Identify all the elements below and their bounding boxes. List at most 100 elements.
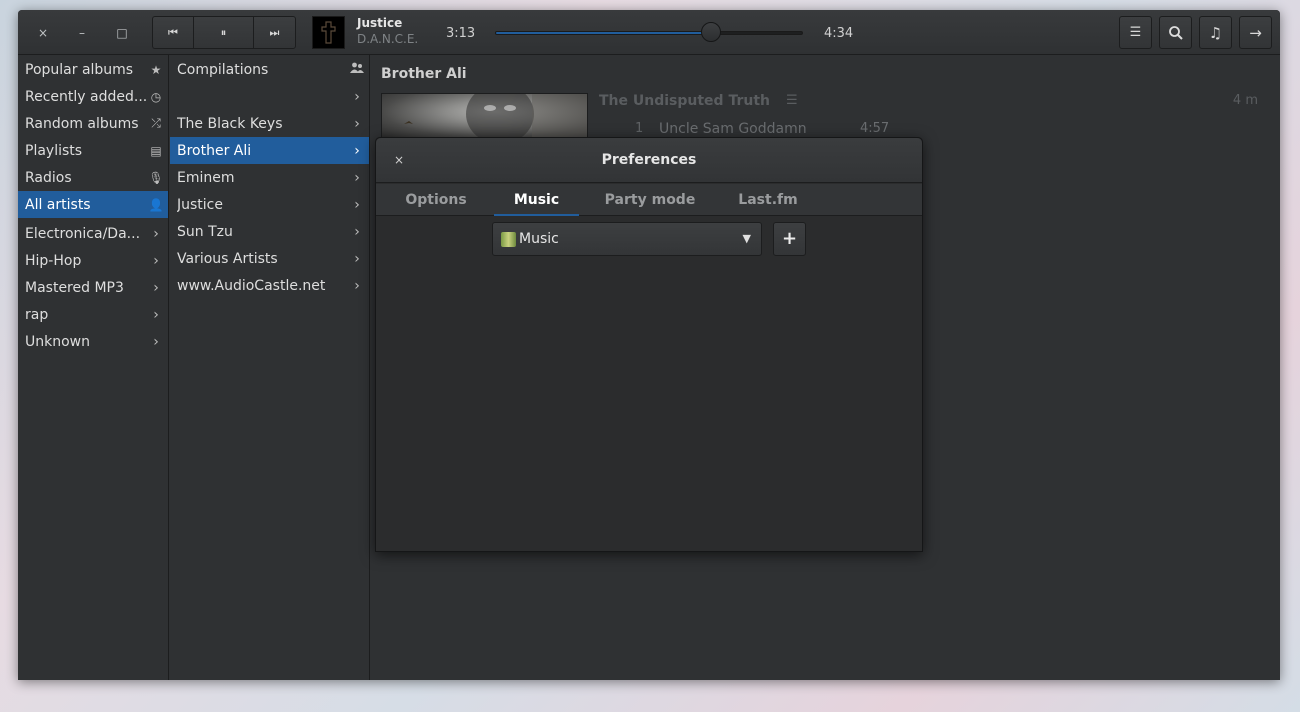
sidebar-item-label: Recently added...	[25, 88, 148, 105]
artist-item-justice[interactable]: Justice ›	[170, 191, 369, 218]
progress-slider[interactable]	[495, 31, 803, 35]
previous-track-button[interactable]: ⏮	[152, 16, 193, 49]
artist-label: Sun Tzu	[177, 223, 233, 240]
sidebar-genre-unknown[interactable]: Unknown ›	[18, 328, 168, 355]
star-icon: ★	[150, 62, 162, 77]
album-duration: 4 m	[1232, 93, 1258, 108]
music-note-icon: ♫	[1208, 23, 1223, 42]
genre-label: Mastered MP3	[25, 279, 124, 296]
artist-label: Justice	[177, 196, 223, 213]
artist-title: Brother Ali	[381, 66, 467, 82]
header-bar: × – □ ⏮ ⏸ ⏭ Justice D.A.N.C.E. 3:13 4:34	[18, 10, 1280, 55]
artist-item-various-artists[interactable]: Various Artists ›	[170, 245, 369, 272]
person-icon: 👤	[148, 197, 164, 212]
cross-logo-icon	[321, 21, 336, 44]
preferences-tabs: Options Music Party mode Last.fm	[376, 184, 922, 216]
album-menu-icon[interactable]: ☰	[786, 93, 798, 108]
artist-list: Compilations › The Black Keys › Brother …	[170, 55, 370, 680]
close-window-icon[interactable]: ×	[33, 23, 53, 43]
add-folder-button[interactable]: +	[773, 222, 806, 256]
combo-value: Music	[519, 231, 559, 247]
music-folder-combo[interactable]: Music ▼	[492, 222, 762, 256]
progress-fill	[496, 32, 711, 34]
chevron-right-icon: ›	[354, 115, 360, 132]
chevron-right-icon: ›	[153, 225, 159, 242]
tab-options[interactable]: Options	[396, 184, 476, 216]
artist-item-audiocastle[interactable]: www.AudioCastle.net ›	[170, 272, 369, 299]
artist-label: Eminem	[177, 169, 235, 186]
previous-icon: ⏮	[168, 25, 178, 39]
playlist-button[interactable]: ☰	[1119, 16, 1152, 49]
pause-button[interactable]: ⏸	[193, 16, 253, 49]
list-icon: ☰	[1129, 25, 1142, 40]
artist-item-eminem[interactable]: Eminem ›	[170, 164, 369, 191]
folder-music-icon	[501, 232, 516, 247]
chevron-right-icon: ›	[354, 196, 360, 213]
artist-item-compilations[interactable]: Compilations	[170, 56, 369, 83]
lyrics-button[interactable]: ♫	[1199, 16, 1232, 49]
chevron-right-icon: ›	[153, 333, 159, 350]
sidebar-genre-hip-hop[interactable]: Hip-Hop ›	[18, 247, 168, 274]
next-icon: ⏭	[269, 25, 280, 39]
next-track-button[interactable]: ⏭	[253, 16, 296, 49]
now-playing-title: Justice	[357, 16, 403, 30]
chevron-right-icon: ›	[354, 223, 360, 240]
chevron-right-icon: ›	[153, 279, 159, 296]
dialog-title: Preferences	[601, 152, 697, 168]
genre-label: Electronica/Da...	[25, 225, 141, 242]
sidebar-item-radios[interactable]: Radios 🎙	[18, 164, 168, 191]
album-title: The Undisputed Truth	[599, 93, 770, 109]
now-playing-cover[interactable]	[312, 16, 345, 49]
artist-item-brother-ali[interactable]: Brother Ali ›	[170, 137, 369, 164]
sidebar-item-label: Radios	[25, 169, 72, 186]
sidebar-item-recently-added[interactable]: Recently added... ◷	[18, 83, 168, 110]
sidebar-item-playlists[interactable]: Playlists ▤	[18, 137, 168, 164]
tab-lastfm[interactable]: Last.fm	[728, 184, 808, 216]
sidebar-item-popular-albums[interactable]: Popular albums ★	[18, 56, 168, 83]
sidebar-genre-electronica[interactable]: Electronica/Da... ›	[18, 220, 168, 247]
elapsed-time: 3:13	[446, 26, 476, 41]
shuffle-icon: ⤮	[151, 116, 161, 130]
playback-controls: ⏮ ⏸ ⏭	[152, 16, 296, 49]
total-time: 4:34	[824, 26, 854, 41]
sidebar-genre-mastered-mp3[interactable]: Mastered MP3 ›	[18, 274, 168, 301]
artist-label: Compilations	[177, 61, 269, 78]
sidebar-item-random-albums[interactable]: Random albums ⤮	[18, 110, 168, 137]
tab-party-mode[interactable]: Party mode	[598, 184, 702, 216]
genre-label: Unknown	[25, 333, 90, 350]
chevron-right-icon: ›	[354, 277, 360, 294]
sidebar-item-label: All artists	[25, 196, 91, 213]
arrow-right-icon: →	[1249, 23, 1262, 42]
preferences-dialog: × Preferences Options Music Party mode L…	[375, 137, 923, 552]
artist-label: Brother Ali	[177, 142, 252, 159]
minimize-window-icon[interactable]: –	[72, 23, 92, 43]
sidebar-item-label: Popular albums	[25, 61, 134, 78]
maximize-window-icon[interactable]: □	[112, 23, 132, 43]
microphone-icon: 🎙	[148, 170, 164, 185]
artist-label: Various Artists	[177, 250, 278, 267]
sidebar-item-label: Playlists	[25, 142, 83, 159]
playlist-icon: ▤	[150, 143, 162, 158]
sidebar-genre-rap[interactable]: rap ›	[18, 301, 168, 328]
chevron-right-icon: ›	[354, 142, 360, 159]
artist-item-the-black-keys[interactable]: The Black Keys ›	[170, 110, 369, 137]
sidebar-item-all-artists[interactable]: All artists 👤	[18, 191, 168, 218]
search-icon	[1168, 25, 1183, 40]
album-cover[interactable]	[381, 93, 588, 139]
chevron-right-icon: ›	[354, 250, 360, 267]
artist-label: The Black Keys	[177, 115, 283, 132]
tab-music[interactable]: Music	[494, 184, 579, 216]
next-view-button[interactable]: →	[1239, 16, 1272, 49]
track-length: 4:57	[860, 121, 890, 136]
artist-item-sun-tzu[interactable]: Sun Tzu ›	[170, 218, 369, 245]
track-title[interactable]: Uncle Sam Goddamn	[659, 121, 807, 137]
pause-icon: ⏸	[220, 25, 227, 39]
sidebar-item-label: Random albums	[25, 115, 139, 132]
dialog-header: × Preferences	[376, 138, 922, 183]
artist-item-unnamed[interactable]: ›	[170, 83, 369, 110]
sidebar: Popular albums ★ Recently added... ◷ Ran…	[18, 55, 169, 680]
search-button[interactable]	[1159, 16, 1192, 49]
progress-knob[interactable]	[700, 22, 721, 42]
chevron-right-icon: ›	[153, 306, 159, 323]
chevron-right-icon: ›	[354, 169, 360, 186]
